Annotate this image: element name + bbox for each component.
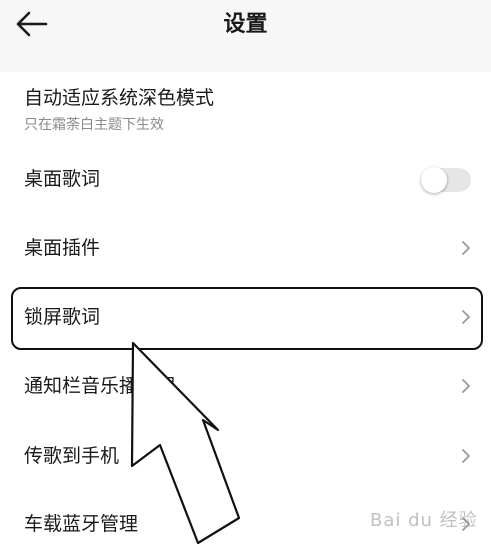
watermark-logo: Bai du 经验 [370, 510, 478, 531]
pointer-arrow-icon [130, 341, 241, 545]
